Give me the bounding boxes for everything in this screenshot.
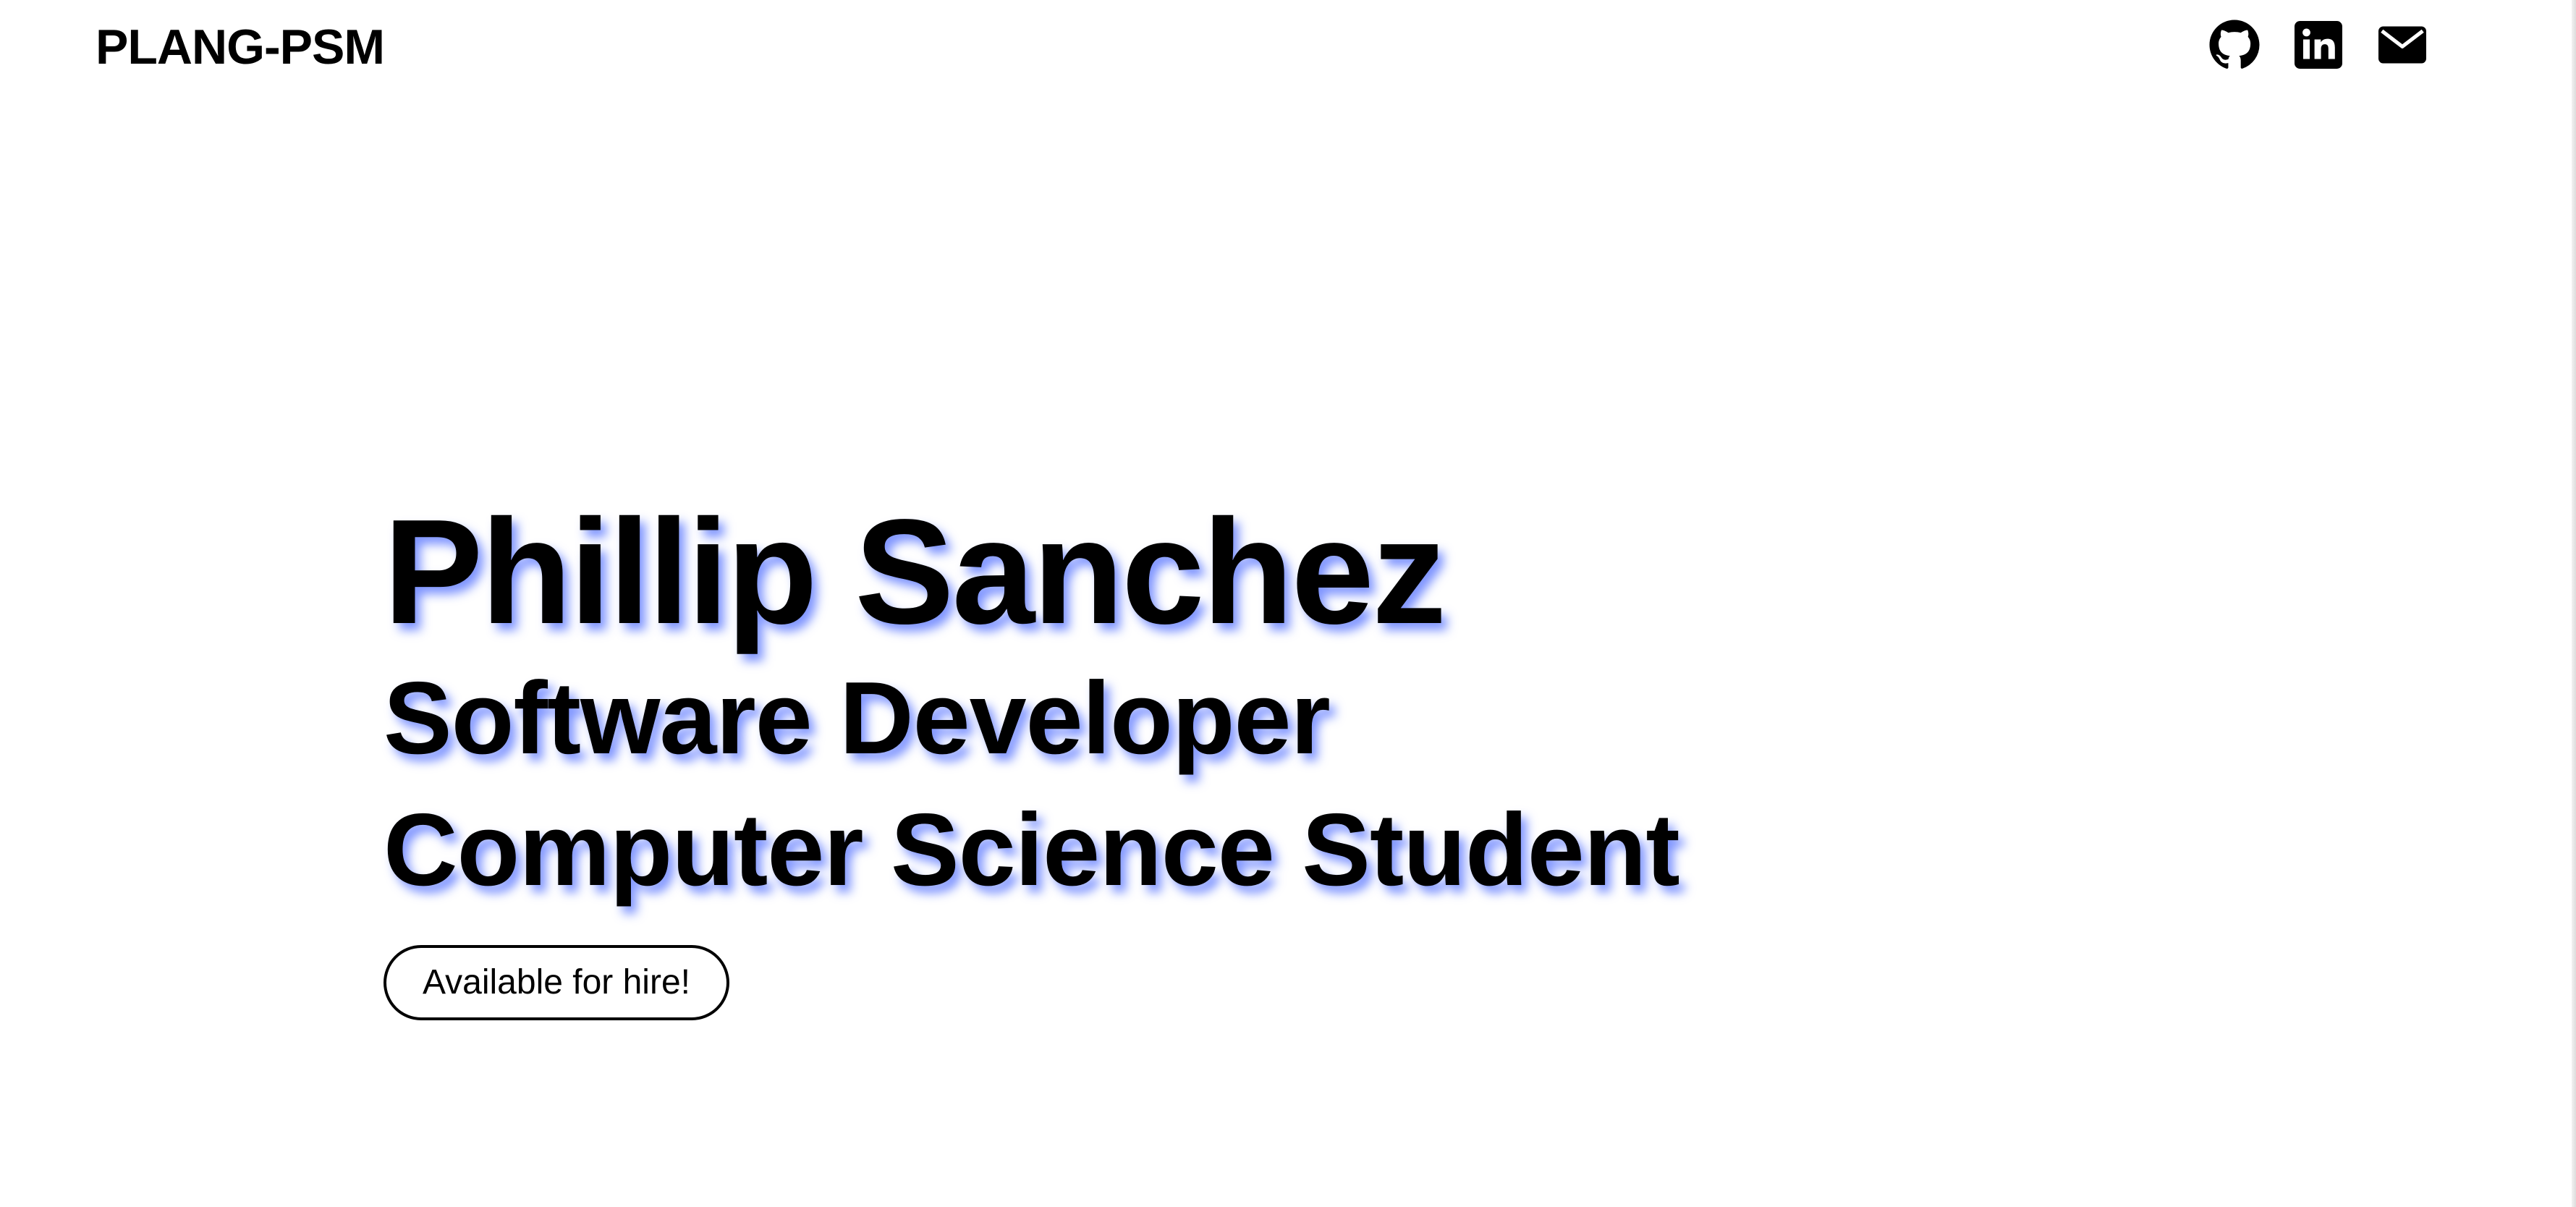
hero-name: Phillip Sanchez — [384, 488, 1446, 655]
email-link[interactable] — [2376, 19, 2428, 71]
linkedin-link[interactable] — [2292, 19, 2344, 71]
page: PLANG-PSM Phillip Sanchez Software Devel… — [0, 0, 2576, 1207]
github-link[interactable] — [2208, 19, 2261, 71]
github-icon — [2209, 20, 2260, 69]
scrollbar-edge[interactable] — [2572, 0, 2576, 1207]
hero-section: Phillip Sanchez Software Developer Compu… — [384, 488, 1680, 1020]
brand-logo[interactable]: PLANG-PSM — [96, 14, 385, 80]
linkedin-icon — [2295, 21, 2342, 69]
hire-button[interactable]: Available for hire! — [384, 945, 729, 1020]
hero-subtitle: Computer Science Student — [384, 792, 1680, 907]
social-links — [2208, 19, 2428, 71]
site-header: PLANG-PSM — [0, 0, 2576, 94]
hero-role: Software Developer — [384, 661, 1331, 776]
envelope-icon — [2378, 26, 2426, 64]
